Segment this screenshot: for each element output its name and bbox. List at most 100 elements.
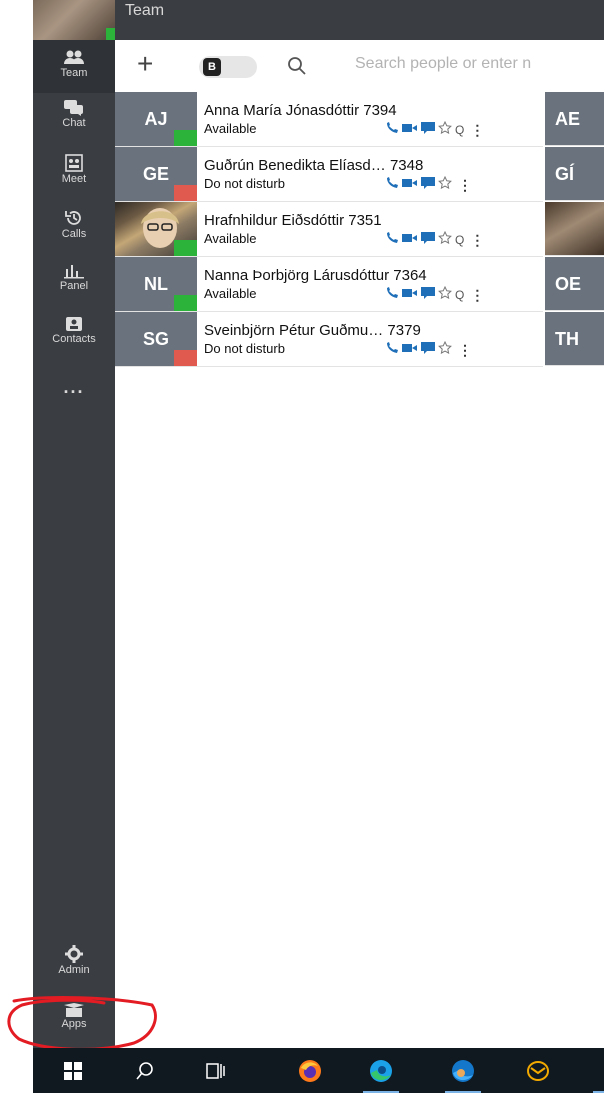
edge-beta-icon[interactable]: [448, 1058, 478, 1084]
sidebar-item-label: Calls: [61, 228, 87, 240]
star-icon[interactable]: [438, 175, 452, 194]
self-avatar[interactable]: [33, 0, 115, 40]
sidebar-item-meet[interactable]: Meet: [33, 154, 115, 199]
sidebar-item-label: Contacts: [52, 333, 96, 345]
more-options-icon[interactable]: ⋮: [458, 342, 472, 359]
self-status-indicator: [106, 28, 115, 40]
star-icon[interactable]: [438, 230, 452, 249]
edge-icon[interactable]: [366, 1058, 396, 1084]
chat-icon: [64, 100, 83, 116]
search-icon[interactable]: [287, 56, 307, 76]
sidebar-item-label: Meet: [61, 173, 87, 185]
sidebar-item-label: Chat: [62, 117, 86, 129]
meet-icon: [65, 154, 83, 172]
video-icon[interactable]: [402, 121, 418, 139]
history-icon: [65, 211, 81, 225]
contact-actions: ⋮: [385, 340, 472, 359]
chat-icon[interactable]: [421, 341, 435, 359]
more-options-icon[interactable]: ⋮: [470, 232, 484, 249]
presence-indicator: [174, 185, 197, 201]
more-options-icon[interactable]: ⋮: [458, 177, 472, 194]
contact-photo-clipped[interactable]: [545, 202, 604, 256]
phone-icon[interactable]: [385, 341, 399, 359]
phone-icon[interactable]: [385, 176, 399, 194]
more-options-icon[interactable]: ⋮: [470, 287, 484, 304]
contact-status: Do not disturb: [204, 176, 285, 191]
video-icon[interactable]: [402, 176, 418, 194]
sidebar-item-calls[interactable]: Calls: [33, 209, 115, 254]
queue-icon[interactable]: Q: [455, 123, 464, 137]
contact-card-clipped[interactable]: TH: [545, 312, 604, 366]
contact-actions: ⋮: [385, 175, 472, 194]
star-icon[interactable]: [438, 340, 452, 359]
star-icon[interactable]: [438, 285, 452, 304]
contact-card[interactable]: Hrafnhildur Eiðsdóttir 7351 Available Q …: [115, 202, 543, 257]
sidebar-item-admin[interactable]: Admin: [33, 945, 115, 990]
phone-icon[interactable]: [385, 231, 399, 249]
contact-actions: Q ⋮: [385, 230, 484, 249]
video-icon[interactable]: [402, 286, 418, 304]
gear-icon: [65, 945, 83, 963]
contact-card-clipped[interactable]: GÍ: [545, 147, 604, 201]
chat-icon[interactable]: [421, 231, 435, 249]
phone-icon[interactable]: [385, 121, 399, 139]
task-view-icon[interactable]: [201, 1058, 231, 1084]
presence-indicator: [174, 295, 197, 311]
title-bar: Team: [115, 0, 604, 40]
people-icon: [64, 50, 84, 64]
os-taskbar: [33, 1048, 604, 1093]
queue-icon[interactable]: Q: [455, 288, 464, 302]
more-menu-button[interactable]: ...: [33, 377, 115, 398]
firefox-icon[interactable]: [295, 1058, 325, 1084]
presence-indicator: [174, 130, 197, 146]
sidebar-item-panel[interactable]: Panel: [33, 263, 115, 308]
window-title: Team: [125, 2, 165, 19]
toolbar: + B: [115, 40, 604, 92]
sidebar-item-chat[interactable]: Chat: [33, 100, 115, 145]
contact-name: Sveinbjörn Pétur Guðmu… 7379: [204, 322, 421, 339]
chart-icon: [64, 265, 84, 279]
sidebar-item-label: Admin: [58, 964, 90, 976]
sidebar-item-label: Panel: [59, 280, 89, 292]
contact-name: Anna María Jónasdóttir 7394: [204, 102, 397, 119]
queue-icon[interactable]: Q: [455, 233, 464, 247]
sidebar-item-contacts[interactable]: Contacts: [33, 316, 115, 361]
toggle-knob: B: [203, 58, 221, 76]
contact-name: Nanna Þorbjörg Lárusdóttur 7364: [204, 267, 427, 284]
contact-status: Do not disturb: [204, 341, 285, 356]
sidebar-item-team[interactable]: Team: [33, 40, 115, 93]
contact-card-clipped[interactable]: AE: [545, 92, 604, 146]
presence-indicator: [174, 350, 197, 366]
contact-name: Guðrún Benedikta Elíasd… 7348: [204, 157, 424, 174]
star-icon[interactable]: [438, 120, 452, 139]
highlight-annotation: [7, 996, 157, 1051]
search-input[interactable]: [353, 54, 604, 74]
view-toggle[interactable]: B: [199, 56, 257, 78]
contact-card[interactable]: SG Sveinbjörn Pétur Guðmu… 7379 Do not d…: [115, 312, 543, 367]
contact-card[interactable]: GE Guðrún Benedikta Elíasd… 7348 Do not …: [115, 147, 543, 202]
contact-actions: Q ⋮: [385, 120, 484, 139]
mail-icon[interactable]: [523, 1058, 553, 1084]
windows-icon[interactable]: [58, 1058, 88, 1084]
video-icon[interactable]: [402, 231, 418, 249]
presence-indicator: [174, 240, 197, 256]
contact-card[interactable]: NL Nanna Þorbjörg Lárusdóttur 7364 Avail…: [115, 257, 543, 312]
contact-card-icon: [66, 317, 82, 331]
contact-status: Available: [204, 121, 257, 136]
add-button[interactable]: +: [137, 49, 153, 79]
search-icon[interactable]: [130, 1058, 160, 1084]
contact-card-clipped[interactable]: OE: [545, 257, 604, 311]
more-options-icon[interactable]: ⋮: [470, 122, 484, 139]
video-icon[interactable]: [402, 341, 418, 359]
chat-icon[interactable]: [421, 121, 435, 139]
contact-status: Available: [204, 231, 257, 246]
contact-name: Hrafnhildur Eiðsdóttir 7351: [204, 212, 382, 229]
sidebar-item-label: Team: [60, 67, 88, 79]
contact-actions: Q ⋮: [385, 285, 484, 304]
phone-icon[interactable]: [385, 286, 399, 304]
chat-icon[interactable]: [421, 176, 435, 194]
left-margin: [0, 0, 33, 1093]
chat-icon[interactable]: [421, 286, 435, 304]
contact-status: Available: [204, 286, 257, 301]
contact-card[interactable]: AJ Anna María Jónasdóttir 7394 Available…: [115, 92, 543, 147]
